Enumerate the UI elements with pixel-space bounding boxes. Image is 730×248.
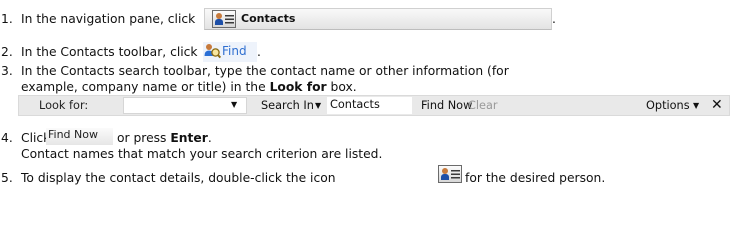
search-in-dropdown-icon[interactable]: ▼ (315, 101, 321, 110)
find-now-label: Find Now (48, 128, 98, 141)
find-now-button-image[interactable]: Find Now (46, 128, 113, 145)
step-5: 5. To display the contact details, double… (0, 170, 336, 186)
step-1-period: . (552, 12, 556, 26)
step-2-period: . (257, 45, 261, 59)
clear-button[interactable]: Clear (468, 99, 498, 112)
find-contact-icon (204, 44, 221, 59)
step-4-line-2: Contact names that match your search cri… (21, 147, 383, 161)
step-4: 4. Click (0, 130, 50, 146)
contacts-nav-button[interactable]: Contacts (204, 8, 552, 30)
step-text: In the Contacts search toolbar, type the… (21, 64, 509, 78)
step-number: 2. (1, 45, 13, 59)
step-text: or press (117, 131, 167, 145)
look-for-input[interactable] (123, 97, 247, 114)
look-for-label: Look for: (39, 99, 89, 112)
find-now-button[interactable]: Find Now (421, 99, 472, 112)
step-2: 2. In the Contacts toolbar, click (0, 44, 198, 60)
enter-key: Enter (170, 131, 208, 145)
find-button[interactable]: Find (203, 42, 257, 62)
step-number: 1. (1, 12, 13, 26)
close-icon[interactable]: ✕ (711, 97, 723, 113)
step-text: In the navigation pane, click (21, 12, 196, 26)
contact-card-icon[interactable] (438, 165, 462, 183)
search-scope-field[interactable]: Contacts (327, 97, 412, 114)
step-3-line-2: example, company name or title) in the L… (21, 79, 357, 95)
contacts-nav-label: Contacts (241, 12, 296, 25)
options-button[interactable]: Options (646, 99, 690, 112)
look-for-dropdown-icon[interactable]: ▼ (231, 100, 237, 109)
search-scope-value: Contacts (330, 98, 380, 111)
step-4-period: . (207, 131, 212, 145)
step-text: box. (326, 80, 357, 94)
step-5-cont: for the desired person. (465, 171, 606, 185)
step-number: 4. (1, 131, 13, 145)
step-number: 3. (1, 64, 13, 78)
step-3: 3. In the Contacts search toolbar, type t… (0, 63, 509, 79)
step-text: example, company name or title) in the (21, 80, 270, 94)
step-4-cont: or press Enter. (117, 130, 212, 146)
search-in-button[interactable]: Search In (261, 99, 314, 112)
step-text: In the Contacts toolbar, click (21, 45, 198, 59)
step-number: 5. (1, 171, 13, 185)
step-text: To display the contact details, double-c… (21, 171, 336, 185)
contact-card-icon (212, 10, 236, 28)
step-1: 1. In the navigation pane, click (0, 11, 195, 27)
options-dropdown-icon[interactable]: ▼ (693, 101, 699, 110)
contacts-search-toolbar: Look for: ▼ Search In ▼ Contacts Find No… (18, 95, 730, 116)
look-for-term: Look for (269, 80, 327, 94)
find-button-label: Find (222, 44, 247, 58)
